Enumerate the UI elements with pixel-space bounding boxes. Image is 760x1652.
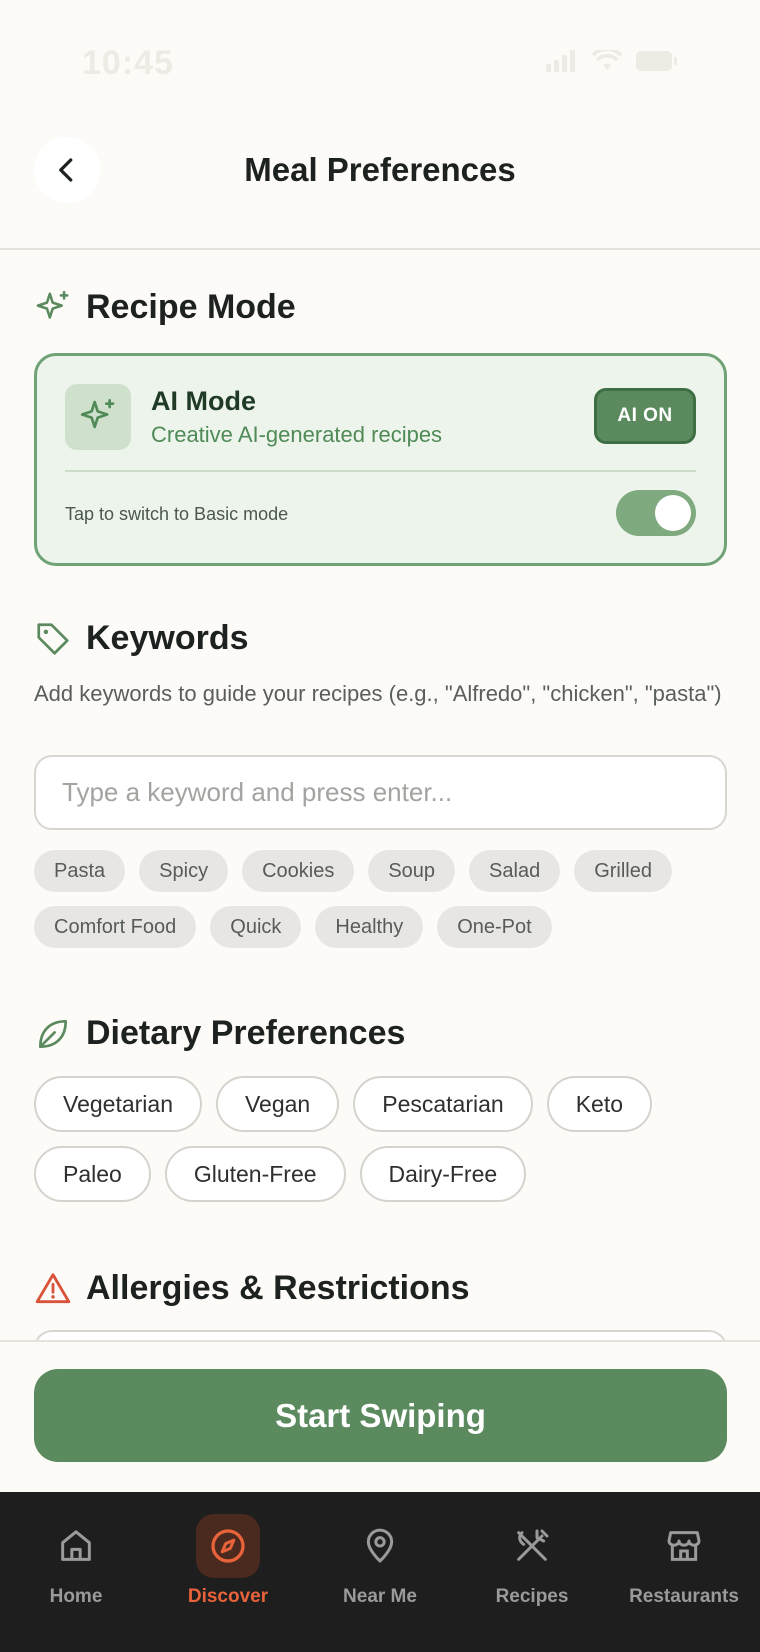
tab-label: Recipes bbox=[495, 1586, 569, 1607]
tab-label: Near Me bbox=[343, 1586, 417, 1607]
mode-switch-label: Tap to switch to Basic mode bbox=[65, 504, 289, 524]
leaf-icon bbox=[38, 1019, 68, 1048]
dietary-heading: Dietary Preferences bbox=[34, 1014, 405, 1053]
tab-home[interactable]: Home bbox=[0, 1492, 152, 1652]
tab-restaurants[interactable]: Restaurants bbox=[608, 1492, 760, 1652]
keyword-chip[interactable]: Grilled bbox=[574, 850, 672, 892]
section-title: Allergies & Restrictions bbox=[86, 1269, 470, 1307]
sparkles-icon bbox=[80, 399, 115, 429]
dietary-option-keto[interactable]: Keto bbox=[546, 1076, 653, 1132]
dietary-option-pescatarian[interactable]: Pescatarian bbox=[353, 1076, 533, 1132]
utensils-crossed-icon bbox=[500, 1514, 564, 1578]
tab-discover[interactable]: Discover bbox=[152, 1492, 304, 1652]
status-time: 10:45 bbox=[82, 44, 174, 82]
keyword-chip[interactable]: Pasta bbox=[34, 850, 126, 892]
dietary-option-gluten-free[interactable]: Gluten-Free bbox=[164, 1146, 346, 1202]
keyword-chip[interactable]: Comfort Food bbox=[34, 906, 197, 948]
signal-icon bbox=[546, 50, 575, 72]
status-icons bbox=[546, 50, 678, 72]
keywords-heading: Keywords bbox=[34, 619, 249, 658]
dietary-option-vegan[interactable]: Vegan bbox=[215, 1076, 340, 1132]
toggle-knob bbox=[655, 495, 691, 531]
keyword-chip[interactable]: Soup bbox=[368, 850, 456, 892]
compass-icon bbox=[196, 1514, 260, 1578]
section-title: Recipe Mode bbox=[86, 288, 296, 326]
tab-label: Restaurants bbox=[629, 1586, 739, 1607]
keyword-chip[interactable]: Spicy bbox=[139, 850, 229, 892]
keyword-chip[interactable]: Healthy bbox=[315, 906, 424, 948]
mode-description: Creative AI-generated recipes bbox=[151, 422, 443, 447]
wifi-icon bbox=[592, 50, 622, 70]
warning-icon bbox=[35, 1272, 71, 1303]
keyword-chip[interactable]: Cookies bbox=[242, 850, 355, 892]
section-title: Keywords bbox=[86, 619, 249, 657]
keyword-chip[interactable]: Quick bbox=[210, 906, 302, 948]
tab-label: Home bbox=[49, 1586, 103, 1607]
keyword-suggestions-row-1: Pasta Spicy Cookies Soup Salad Grilled bbox=[34, 850, 672, 892]
divider bbox=[65, 470, 696, 472]
section-title: Dietary Preferences bbox=[86, 1014, 406, 1052]
ai-mode-icon-box bbox=[65, 384, 131, 450]
recipe-mode-heading: Recipe Mode bbox=[34, 288, 296, 327]
sparkles-icon bbox=[36, 290, 69, 319]
tag-icon bbox=[37, 622, 69, 655]
keyword-suggestions-row-2: Comfort Food Quick Healthy One-Pot bbox=[34, 906, 552, 948]
tab-bar: Home Discover Near Me Recipes Restaurant… bbox=[0, 1492, 760, 1652]
cta-area: Start Swiping bbox=[0, 1340, 760, 1492]
mode-name: AI Mode bbox=[151, 386, 256, 416]
keyword-chip[interactable]: One-Pot bbox=[437, 906, 552, 948]
dietary-option-dairy-free[interactable]: Dairy-Free bbox=[359, 1146, 527, 1202]
battery-icon bbox=[636, 51, 677, 71]
keyword-input[interactable] bbox=[34, 755, 727, 830]
start-swiping-button[interactable]: Start Swiping bbox=[34, 1369, 727, 1462]
allergies-heading: Allergies & Restrictions bbox=[34, 1269, 470, 1308]
dietary-options-row-1: Vegetarian Vegan Pescatarian Keto bbox=[34, 1076, 653, 1132]
map-pin-icon bbox=[348, 1514, 412, 1578]
keyword-chip[interactable]: Salad bbox=[469, 850, 561, 892]
store-icon bbox=[652, 1514, 716, 1578]
dietary-option-vegetarian[interactable]: Vegetarian bbox=[34, 1076, 202, 1132]
tab-recipes[interactable]: Recipes bbox=[456, 1492, 608, 1652]
ai-on-badge: AI ON bbox=[594, 388, 696, 444]
mode-toggle[interactable] bbox=[616, 490, 696, 536]
home-icon bbox=[44, 1514, 108, 1578]
dietary-option-paleo[interactable]: Paleo bbox=[34, 1146, 151, 1202]
dietary-options-row-2: Paleo Gluten-Free Dairy-Free bbox=[34, 1146, 527, 1202]
tab-near-me[interactable]: Near Me bbox=[304, 1492, 456, 1652]
status-bar: 10:45 bbox=[0, 0, 760, 125]
ai-mode-card[interactable]: AI Mode Creative AI-generated recipes AI… bbox=[34, 353, 727, 566]
keywords-description: Add keywords to guide your recipes (e.g.… bbox=[34, 681, 722, 706]
header: Meal Preferences bbox=[0, 125, 760, 250]
page-title: Meal Preferences bbox=[244, 151, 516, 188]
tab-label: Discover bbox=[187, 1586, 269, 1607]
